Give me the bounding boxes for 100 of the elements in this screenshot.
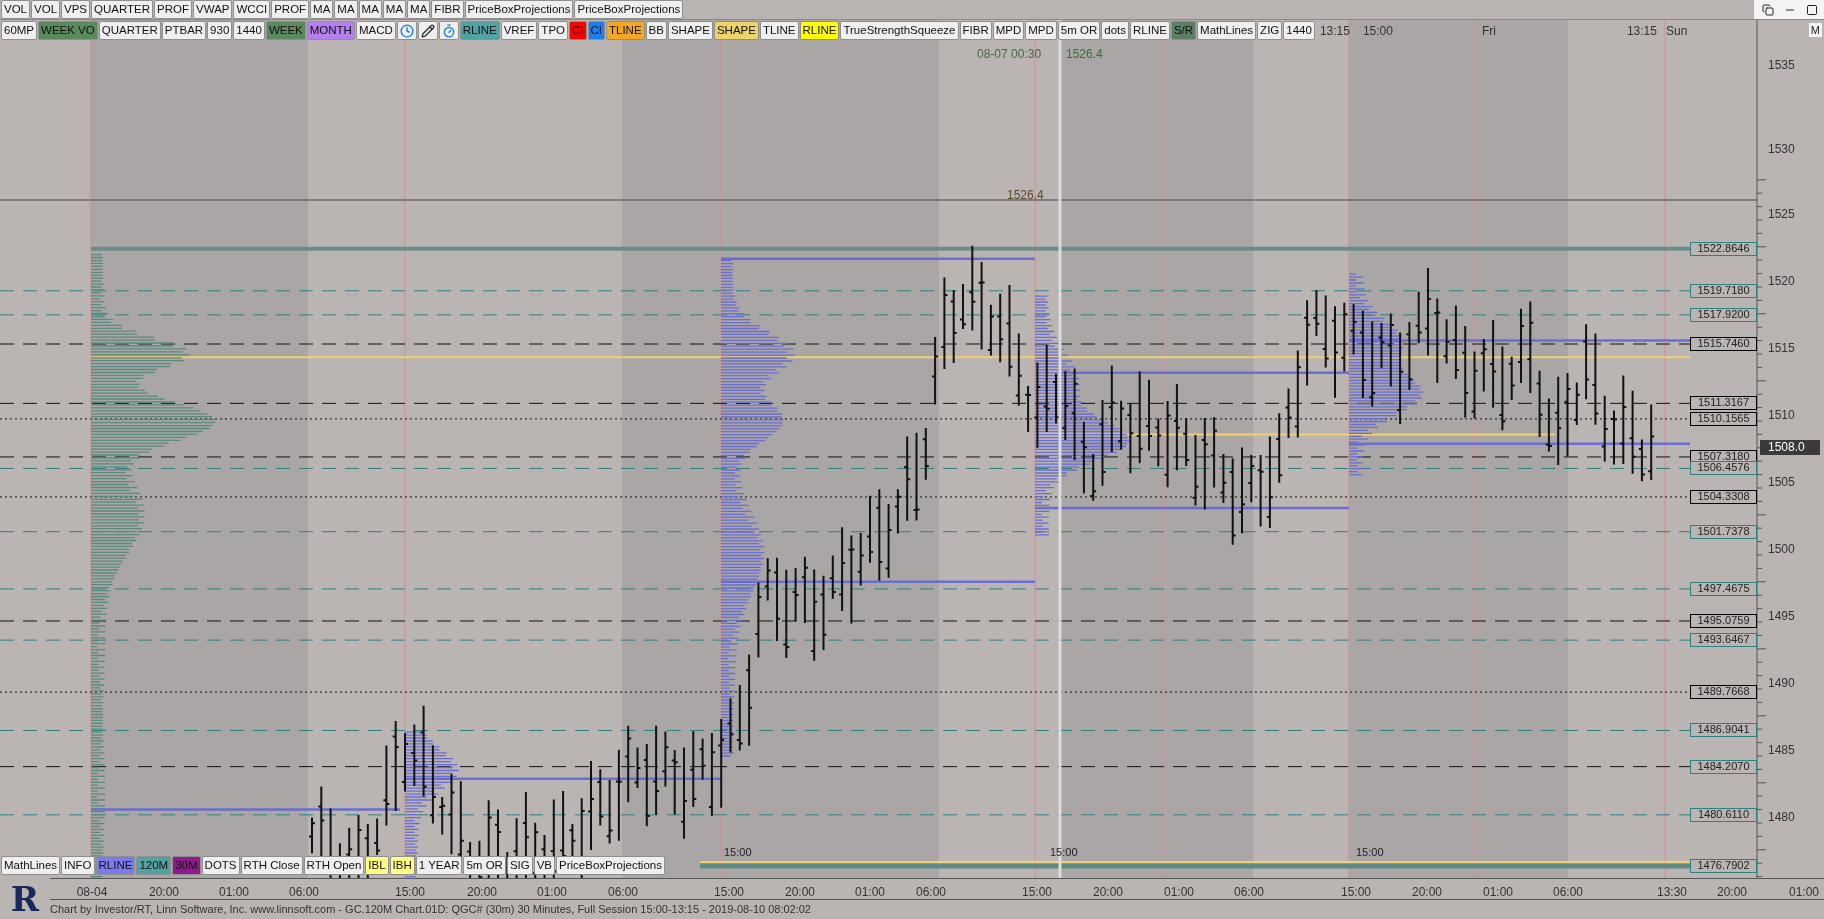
time-axis-label: 06:00	[916, 884, 946, 901]
time-axis-label: 01:00	[1789, 884, 1819, 901]
toolbar-button[interactable]: dots	[1101, 21, 1129, 40]
toolbar-button[interactable]: TLINE	[606, 21, 645, 40]
time-axis-label: 08-04	[76, 884, 108, 901]
price-axis-label: 1525	[1768, 206, 1795, 223]
toolbar-button[interactable]: INFO	[61, 856, 95, 875]
session-time-label: 15:00	[724, 845, 752, 860]
toolbar-button[interactable]: 930	[207, 21, 233, 40]
toolbar-button[interactable]: RLINE	[459, 21, 500, 40]
toolbar-button[interactable]: SHAPE	[713, 21, 759, 40]
price-axis-label: 1535	[1768, 57, 1795, 74]
toolbar-button[interactable]: RLINE	[1130, 21, 1170, 40]
toolbar-button[interactable]: MathLines	[1, 856, 61, 875]
toolbar-button[interactable]: TrueStrengthSqueeze	[840, 21, 959, 40]
toolbar-button[interactable]: MA	[382, 0, 407, 19]
price-axis-label: 1485	[1768, 742, 1795, 759]
toolbar-button[interactable]: TLINE	[759, 21, 799, 40]
pencil-icon	[420, 23, 435, 38]
toolbar-button[interactable]: 5m OR	[1057, 21, 1101, 40]
toolbar-button[interactable]: VWAP	[193, 0, 233, 19]
toolbar-button[interactable]: 1440	[1283, 21, 1315, 40]
toolbar-button[interactable]: MA	[334, 0, 358, 19]
price-axis-label: 1490	[1768, 675, 1795, 692]
time-axis-label: 01:00	[1483, 884, 1513, 901]
toolbar-button[interactable]: DOTS	[201, 856, 240, 875]
time-axis-label: 20:00	[467, 884, 497, 901]
toolbar-button[interactable]: CI	[569, 21, 587, 40]
toolbar-button[interactable]: VREF	[500, 21, 538, 40]
toolbar-button[interactable]: MA	[310, 0, 334, 19]
price-level-tag: 1511.3167	[1690, 396, 1757, 411]
toolbar-button[interactable]: MPD	[992, 21, 1025, 40]
toolbar-button[interactable]: WEEK	[265, 21, 306, 40]
toolbar-button[interactable]: QUARTER	[98, 21, 161, 40]
stopwatch-icon	[441, 23, 456, 38]
price-level-tag: 1515.7460	[1690, 337, 1757, 351]
time-axis-label: 01:00	[855, 884, 885, 901]
price-marker-label: 1526.4	[1007, 187, 1044, 204]
price-axis-label: 1515	[1768, 340, 1795, 357]
time-label: 13:15	[1626, 22, 1657, 40]
time-axis-label: 06:00	[608, 884, 638, 901]
time-axis-label: 01:00	[537, 884, 567, 901]
price-axis-label: 1500	[1768, 541, 1795, 558]
time-label: Sun	[1665, 22, 1688, 40]
restore-icon[interactable]	[1762, 3, 1774, 16]
toolbar-button[interactable]: FIBR	[959, 21, 992, 40]
price-level-tag: 1493.6467	[1690, 633, 1757, 648]
price-axis-label: 1510	[1768, 407, 1795, 424]
toolbar-button[interactable]: PriceBoxProjections	[574, 0, 684, 19]
toolbar-button[interactable]: FIBR	[431, 0, 464, 19]
toolbar-button[interactable]: MPD	[1025, 21, 1057, 40]
toolbar-button[interactable]: 1440	[233, 21, 265, 40]
time-label: 13:15	[1319, 22, 1350, 40]
price-axis-label: 1520	[1768, 273, 1795, 290]
session-time-label: 15:00	[1356, 845, 1384, 860]
toolbar-button[interactable]: MA	[407, 0, 431, 19]
toolbar-button[interactable]: VB	[533, 856, 556, 875]
time-label: Fri	[1481, 22, 1496, 40]
toolbar-button[interactable]: PriceBoxProjections	[464, 0, 574, 19]
toolbar-button[interactable]: BB	[645, 21, 667, 40]
toolbar-button[interactable]: VPS	[61, 0, 91, 19]
session-time-label: 15:00	[1050, 845, 1078, 860]
toolbar-button[interactable]: SIG	[506, 856, 533, 875]
toolbar-button[interactable]: MathLines	[1197, 21, 1257, 40]
toolbar-button[interactable]: RLINE	[799, 21, 840, 40]
toolbar-button[interactable]: 5m OR	[463, 856, 506, 875]
toolbar-button[interactable]: PTBAR	[161, 21, 207, 40]
toolbar-button[interactable]: PROF	[154, 0, 193, 19]
toolbar-button[interactable]: PriceBoxProjections	[556, 856, 665, 875]
toolbar-button[interactable]: IBL	[365, 856, 389, 875]
toolbar-button[interactable]: WCCI	[233, 0, 271, 19]
toolbar-button[interactable]: IBH	[389, 856, 415, 875]
maximize-icon[interactable]	[1806, 3, 1818, 16]
toolbar-button[interactable]: VOL	[1, 0, 30, 19]
clock-icon	[399, 23, 414, 38]
toolbar-button[interactable]: 1 YEAR	[415, 856, 463, 875]
toolbar-button[interactable]: PROF	[271, 0, 310, 19]
toolbar-button[interactable]: SHAPE	[667, 21, 713, 40]
toolbar-button[interactable]: TPO	[538, 21, 568, 40]
time-axis-label: 20:00	[1412, 884, 1442, 901]
time-axis-label: 15:00	[714, 884, 744, 901]
price-level-tag: 1489.7668	[1690, 685, 1757, 700]
pane-button[interactable]: M	[1808, 23, 1822, 37]
price-axis-label: 1505	[1768, 474, 1795, 491]
toolbar-button[interactable]: QUARTER	[91, 0, 154, 19]
toolbar-button[interactable]: RLINE	[95, 856, 136, 875]
status-text: Chart by Investor/RT, Linn Software, Inc. www.linnsoft.com - GC.120M Chart.01D: QGC# (30m) 30 Minutes, Full Session 15:00-13:15 - 2019-08-10 08:02:02	[50, 902, 811, 918]
toolbar-button[interactable]: S/R	[1170, 21, 1197, 40]
toolbar-button[interactable]: MONTH	[306, 21, 355, 40]
toolbar-button[interactable]: 60MP	[1, 21, 38, 40]
time-axis-label: 01:00	[219, 884, 249, 901]
toolbar-button[interactable]: ZIG	[1257, 21, 1283, 40]
toolbar-button[interactable]: 120M	[136, 856, 172, 875]
toolbar-button[interactable]: MA	[358, 0, 382, 19]
toolbar-button[interactable]: RTH Close	[240, 856, 303, 875]
toolbar-button[interactable]: VOL	[31, 0, 61, 19]
toolbar-button[interactable]: WEEK VO	[38, 21, 98, 40]
crosshair-time-label: 08-07 00:30	[977, 46, 1042, 63]
toolbar-button[interactable]: MACD	[355, 21, 396, 40]
toolbar-button[interactable]: RTH Open	[303, 856, 365, 875]
